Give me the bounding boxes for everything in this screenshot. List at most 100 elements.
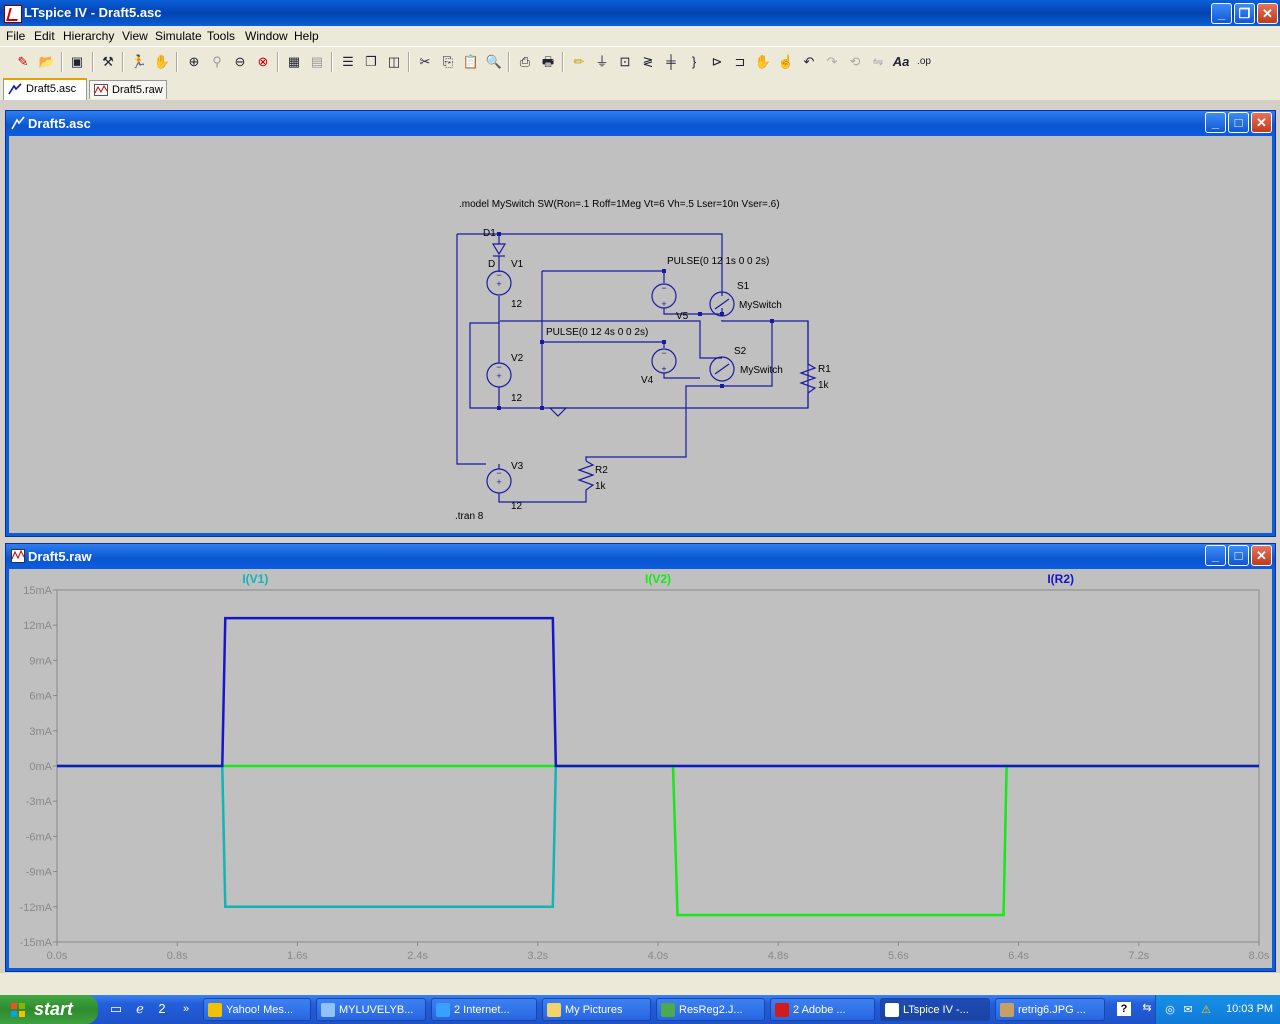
- taskbar: start ▭ ℯ 2 » Yahoo! Mes... MYLUVELYB... 2…: [0, 995, 1280, 1024]
- copy-icon[interactable]: ⎘: [439, 53, 457, 71]
- trace-line[interactable]: [57, 616, 1259, 768]
- wire-icon[interactable]: ✏: [570, 53, 588, 71]
- print-setup-icon[interactable]: ⎙: [516, 53, 534, 71]
- tran-directive[interactable]: .tran 8: [455, 511, 484, 522]
- spice-directive-icon[interactable]: .op: [915, 53, 933, 71]
- drag-icon[interactable]: ☝: [777, 53, 795, 71]
- document-tabs: Draft5.asc Draft5.raw: [0, 78, 1280, 100]
- diode-icon[interactable]: ⊳: [708, 53, 726, 71]
- undo-icon[interactable]: ↶: [800, 53, 818, 71]
- taskbar-button[interactable]: retrig6.JPG ...: [995, 998, 1105, 1021]
- tab-draft5-asc[interactable]: Draft5.asc: [3, 78, 87, 100]
- svg-text:−: −: [661, 283, 666, 293]
- schematic-maximize-button[interactable]: □: [1228, 112, 1249, 133]
- new-schematic-icon[interactable]: ✎: [14, 53, 32, 71]
- zoom-out-icon[interactable]: ⊖: [231, 53, 249, 71]
- trace-label[interactable]: I(V2): [645, 572, 671, 586]
- text-icon[interactable]: Aa: [892, 53, 910, 71]
- ltspice-icon: [4, 5, 22, 23]
- resistor-icon[interactable]: ≷: [639, 53, 657, 71]
- taskbar-button[interactable]: LTspice IV -...: [880, 998, 990, 1021]
- network-icon[interactable]: ◎: [1162, 1002, 1178, 1018]
- zoom-pan-icon[interactable]: ⚲: [208, 53, 226, 71]
- more-quicklaunch-icon[interactable]: »: [178, 1001, 194, 1017]
- menu-hierarchy[interactable]: Hierarchy: [63, 29, 114, 43]
- trace-label[interactable]: I(V1): [242, 572, 268, 586]
- tile-horizontal-icon[interactable]: ☰: [339, 53, 357, 71]
- schematic-diagram[interactable]: + − + − + − + − + − .model MySwitch SW(R…: [9, 136, 1272, 533]
- mail-icon[interactable]: ✉: [1180, 1002, 1196, 1018]
- zoom-in-icon[interactable]: ⊕: [185, 53, 203, 71]
- print-icon[interactable]: 🖶: [539, 53, 557, 71]
- taskbar-button[interactable]: 2 Adobe ...: [770, 998, 875, 1021]
- menu-edit[interactable]: Edit: [34, 29, 55, 43]
- menu-view[interactable]: View: [122, 29, 148, 43]
- taskbar-button[interactable]: ResReg2.J...: [656, 998, 765, 1021]
- cascade-icon[interactable]: ❐: [362, 53, 380, 71]
- cut-icon[interactable]: ✂: [416, 53, 434, 71]
- taskbar-button[interactable]: Yahoo! Mes...: [203, 998, 311, 1021]
- security-icon[interactable]: ⚠: [1198, 1002, 1214, 1018]
- taskbar-button[interactable]: 2 Internet...: [431, 998, 537, 1021]
- minimize-button[interactable]: _: [1211, 3, 1232, 24]
- ie-quicklaunch-icon[interactable]: ℯ: [132, 1001, 148, 1017]
- y-tick-label: -6mA: [26, 831, 53, 843]
- menu-help[interactable]: Help: [294, 29, 319, 43]
- tab-label: Draft5.asc: [26, 83, 77, 95]
- model-directive[interactable]: .model MySwitch SW(Ron=.1 Roff=1Meg Vt=6…: [459, 199, 780, 210]
- open-icon[interactable]: 📂: [38, 53, 56, 71]
- schematic-canvas[interactable]: + − + − + − + − + − .model MySwitch SW(R…: [9, 136, 1272, 533]
- grid-icon[interactable]: ▤: [308, 53, 326, 71]
- show-desktop-icon[interactable]: ▭: [108, 1001, 124, 1017]
- ground-icon[interactable]: ⏚: [593, 53, 611, 71]
- taskbar-button[interactable]: My Pictures: [542, 998, 651, 1021]
- svg-text:−: −: [496, 362, 501, 372]
- waveform-plot[interactable]: I(V1) I(V2) I(R2) 15mA 12mA 9mA 6mA 3mA 0mA -3mA…: [9, 569, 1272, 970]
- label-net-icon[interactable]: ⊡: [616, 53, 634, 71]
- menu-tools[interactable]: Tools: [207, 29, 235, 43]
- redo-icon[interactable]: ↷: [823, 53, 841, 71]
- help-icon[interactable]: ?: [1117, 1002, 1131, 1016]
- start-label: start: [34, 999, 74, 1019]
- save-icon[interactable]: ▣: [68, 53, 86, 71]
- y-tick-label: 0mA: [29, 761, 52, 773]
- waveform-canvas[interactable]: I(V1) I(V2) I(R2) 15mA 12mA 9mA 6mA 3mA 0mA -3mA…: [9, 569, 1272, 968]
- zoom-fit-icon[interactable]: ⊗: [254, 53, 272, 71]
- move-icon[interactable]: ✋: [754, 53, 772, 71]
- tab-draft5-raw[interactable]: Draft5.raw: [89, 80, 167, 99]
- component-icon[interactable]: ⊐: [731, 53, 749, 71]
- yahoo-quicklaunch-icon[interactable]: 2: [154, 1001, 170, 1017]
- autorange-icon[interactable]: ▦: [285, 53, 303, 71]
- mirror-icon[interactable]: ⇋: [869, 53, 887, 71]
- schematic-close-button[interactable]: ✕: [1251, 112, 1272, 133]
- tray-expand-icon[interactable]: ⇆: [1139, 1000, 1155, 1016]
- schematic-minimize-button[interactable]: _: [1205, 112, 1226, 133]
- taskbar-button[interactable]: MYLUVELYB...: [316, 998, 426, 1021]
- menu-simulate[interactable]: Simulate: [155, 29, 202, 43]
- trace-label[interactable]: I(R2): [1047, 572, 1074, 586]
- tile-vertical-icon[interactable]: ◫: [385, 53, 403, 71]
- find-icon[interactable]: 🔍: [485, 53, 503, 71]
- inductor-icon[interactable]: }: [685, 53, 703, 71]
- taskbar-button-label: 2 Internet...: [454, 1004, 510, 1016]
- paste-icon[interactable]: 📋: [462, 53, 480, 71]
- restore-button[interactable]: ❐: [1234, 3, 1255, 24]
- trace-line[interactable]: [57, 764, 1259, 917]
- waveform-minimize-button[interactable]: _: [1205, 545, 1226, 566]
- start-button[interactable]: start: [0, 995, 98, 1024]
- run-icon[interactable]: 🏃: [130, 53, 148, 71]
- schematic-window-title: Draft5.asc: [28, 116, 91, 131]
- menu-file[interactable]: File: [6, 29, 25, 43]
- ie-icon: [436, 1003, 450, 1017]
- close-button[interactable]: ✕: [1257, 3, 1278, 24]
- rotate-icon[interactable]: ⟲: [846, 53, 864, 71]
- halt-icon[interactable]: ✋: [153, 53, 171, 71]
- waveform-maximize-button[interactable]: □: [1228, 545, 1249, 566]
- trace-line[interactable]: [57, 764, 1259, 909]
- menu-window[interactable]: Window: [245, 29, 288, 43]
- waveform-close-button[interactable]: ✕: [1251, 545, 1272, 566]
- y-tick-label: -9mA: [26, 867, 53, 879]
- control-panel-icon[interactable]: ⚒: [99, 53, 117, 71]
- capacitor-icon[interactable]: ╪: [662, 53, 680, 71]
- y-tick-label: 6mA: [29, 691, 52, 703]
